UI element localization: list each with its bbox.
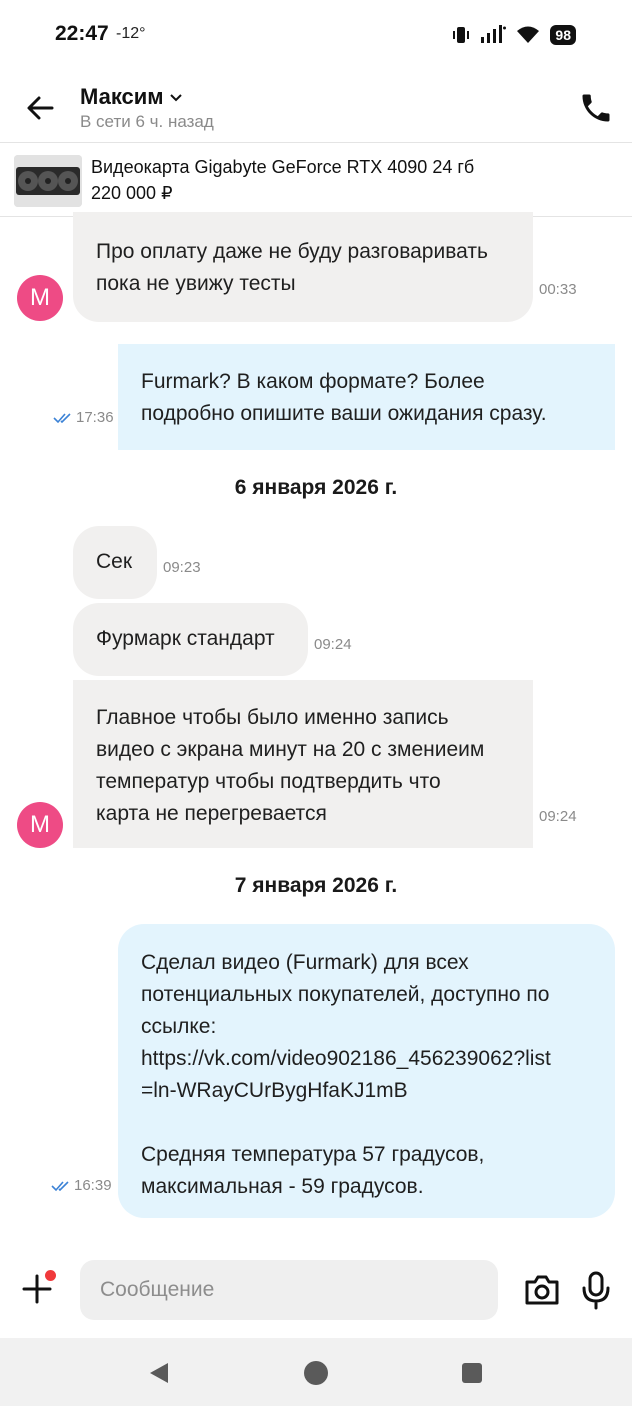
message-status: 16:39 (51, 1177, 112, 1194)
message-text: Furmark? В каком формате? Более (141, 370, 485, 393)
incoming-message[interactable]: Сек (73, 526, 157, 599)
battery-level: 98 (550, 25, 576, 45)
double-check-icon (53, 412, 71, 423)
outgoing-message[interactable]: Сделал видео (Furmark) для всех потенциа… (118, 924, 615, 1218)
message-text: видео с экрана минут на 20 с змениеим (96, 738, 485, 761)
message-status: 17:36 (53, 409, 114, 426)
message-text: Фурмарк стандарт (96, 627, 275, 650)
contact-name[interactable]: Максим (80, 84, 184, 110)
message-time: 09:24 (539, 808, 577, 825)
product-price: 220 000 ₽ (91, 183, 173, 203)
message-text: Средняя температура 57 градусов, (141, 1143, 485, 1166)
notification-dot (45, 1270, 56, 1281)
message-text: ссылке: (141, 1015, 217, 1038)
nav-home-icon[interactable] (302, 1359, 330, 1387)
message-text: подробно опишите ваши ожидания сразу. (141, 402, 547, 425)
chevron-down-icon (169, 94, 182, 102)
message-text: Сделал видео (Furmark) для всех (141, 951, 469, 974)
incoming-message[interactable]: Фурмарк стандарт (73, 603, 308, 676)
message-text: Про оплату даже не буду разговаривать (96, 240, 488, 263)
message-text: Сек (96, 550, 133, 573)
wifi-icon (517, 26, 540, 43)
message-text: карта не перегревается (96, 802, 327, 825)
outgoing-message[interactable]: Furmark? В каком формате? Более подробно… (118, 344, 615, 450)
contact-status: В сети 6 ч. назад (80, 112, 214, 131)
gpu-image (14, 155, 82, 207)
message-time: 09:23 (163, 559, 201, 576)
message-time: 09:24 (314, 636, 352, 653)
message-text: потенциальных покупателей, доступно по (141, 983, 550, 1006)
message-text: пока не увижу тесты (96, 272, 296, 295)
message-time: 00:33 (539, 281, 577, 298)
message-text (141, 1107, 593, 1139)
double-check-icon (51, 1180, 69, 1191)
message-text: Главное чтобы было именно запись (96, 706, 449, 729)
avatar[interactable]: M (17, 275, 63, 321)
message-time: 16:39 (74, 1177, 112, 1194)
nav-back-icon[interactable] (146, 1360, 172, 1386)
message-time: 17:36 (76, 409, 114, 426)
date-separator: 6 января 2026 г. (234, 476, 398, 499)
avatar[interactable]: M (17, 802, 63, 848)
incoming-message[interactable]: Главное чтобы было именно запись видео с… (73, 680, 533, 848)
header-divider (0, 142, 632, 143)
message-text: максимальная - 59 градусов. (141, 1175, 424, 1198)
message-text: температур чтобы подтвердить что (96, 770, 441, 793)
product-image[interactable] (14, 155, 82, 207)
back-arrow-icon[interactable] (22, 90, 58, 126)
status-time: 22:47 (55, 22, 109, 45)
date-separator: 7 января 2026 г. (234, 874, 398, 897)
product-title[interactable]: Видеокарта Gigabyte GeForce RTX 4090 24 … (91, 157, 474, 178)
message-link[interactable]: =ln-WRayCUrBygHfaKJ1mB (141, 1075, 593, 1107)
message-link[interactable]: https://vk.com/video902186_456239062?lis… (141, 1043, 593, 1075)
camera-icon[interactable] (523, 1272, 561, 1308)
contact-name-label: Максим (80, 84, 164, 109)
microphone-icon[interactable] (580, 1270, 612, 1310)
signal-icon (481, 25, 507, 43)
system-navigation-bar (0, 1338, 632, 1406)
message-input[interactable] (80, 1260, 498, 1320)
status-temperature: -12° (116, 25, 146, 42)
status-icons: 98 (452, 22, 576, 48)
incoming-message[interactable]: Про оплату даже не буду разговаривать по… (73, 212, 533, 322)
phone-icon[interactable] (578, 90, 614, 126)
nav-recents-icon[interactable] (460, 1361, 484, 1385)
vibrate-icon (453, 27, 470, 43)
